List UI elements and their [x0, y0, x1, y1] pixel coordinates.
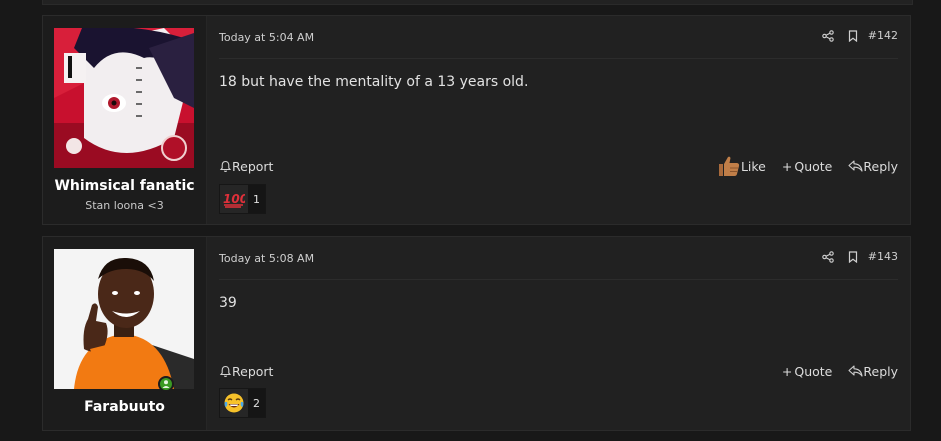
user-cell: Whimsical fanatic Stan loona <3 — [43, 16, 207, 224]
username[interactable]: Farabuuto — [43, 399, 206, 415]
reaction-summary[interactable]: 2 — [219, 388, 266, 418]
post-header-actions: #143 — [808, 250, 898, 263]
quote-button[interactable]: + Quote — [782, 364, 833, 379]
reaction-count: 2 — [253, 396, 260, 410]
hundred-points-icon: 100 — [220, 185, 248, 213]
report-label: Report — [232, 363, 274, 379]
avatar[interactable] — [54, 28, 194, 168]
report-label: Report — [232, 158, 274, 174]
user-title: Stan loona <3 — [85, 199, 164, 212]
reply-button[interactable]: Reply — [848, 159, 898, 174]
quote-label: Quote — [794, 158, 833, 174]
report-button[interactable]: Report — [219, 159, 273, 174]
reply-label: Reply — [863, 158, 898, 174]
reaction-count: 1 — [253, 192, 260, 206]
quote-label: Quote — [794, 363, 833, 379]
post-date[interactable]: Today at 5:08 AM — [219, 252, 314, 265]
bookmark-icon[interactable] — [848, 29, 858, 42]
plus-icon: + — [781, 363, 793, 379]
post-body: 18 but have the mentality of a 13 years … — [219, 74, 529, 90]
user-cell: Farabuuto — [43, 237, 207, 430]
report-button[interactable]: Report — [219, 364, 273, 379]
bell-icon — [219, 160, 232, 172]
plus-icon: + — [781, 158, 793, 174]
post-header-actions: #142 — [808, 29, 898, 42]
header-divider — [219, 58, 898, 59]
thumbs-up-icon — [718, 156, 740, 176]
post-body: 39 — [219, 295, 237, 311]
svg-text:100: 100 — [223, 192, 245, 206]
post-date[interactable]: Today at 5:04 AM — [219, 31, 314, 44]
bookmark-icon[interactable] — [848, 250, 858, 263]
reply-label: Reply — [863, 363, 898, 379]
post-142: Whimsical fanatic Stan loona <3 Today at… — [42, 15, 911, 225]
quote-button[interactable]: + Quote — [782, 159, 833, 174]
reply-icon — [848, 160, 863, 172]
share-icon[interactable] — [822, 250, 834, 263]
reply-button[interactable]: Reply — [848, 364, 898, 379]
reply-icon — [848, 365, 863, 377]
post-footer: Report Like + Quote Reply — [219, 156, 898, 176]
like-label: Like — [740, 158, 766, 174]
previous-post-edge — [42, 0, 913, 5]
like-button[interactable]: Like — [717, 155, 766, 177]
avatar-image — [54, 28, 194, 168]
post-main: Today at 5:04 AM #142 18 but have the me… — [207, 16, 910, 224]
post-main: Today at 5:08 AM #143 39 Report + Quote — [207, 237, 910, 430]
username[interactable]: Whimsical fanatic — [43, 178, 206, 194]
header-divider — [219, 279, 898, 280]
laughing-tears-icon — [220, 389, 248, 417]
avatar-image — [54, 249, 194, 389]
reaction-summary[interactable]: 100 1 — [219, 184, 266, 214]
bell-icon — [219, 365, 232, 377]
online-status-icon — [158, 376, 174, 392]
post-number[interactable]: #142 — [868, 29, 898, 42]
post-number[interactable]: #143 — [868, 250, 898, 263]
post-footer: Report + Quote Reply — [219, 361, 898, 381]
avatar[interactable] — [54, 249, 194, 389]
post-143: Farabuuto Today at 5:08 AM #143 39 Repor… — [42, 236, 911, 431]
share-icon[interactable] — [822, 29, 834, 42]
